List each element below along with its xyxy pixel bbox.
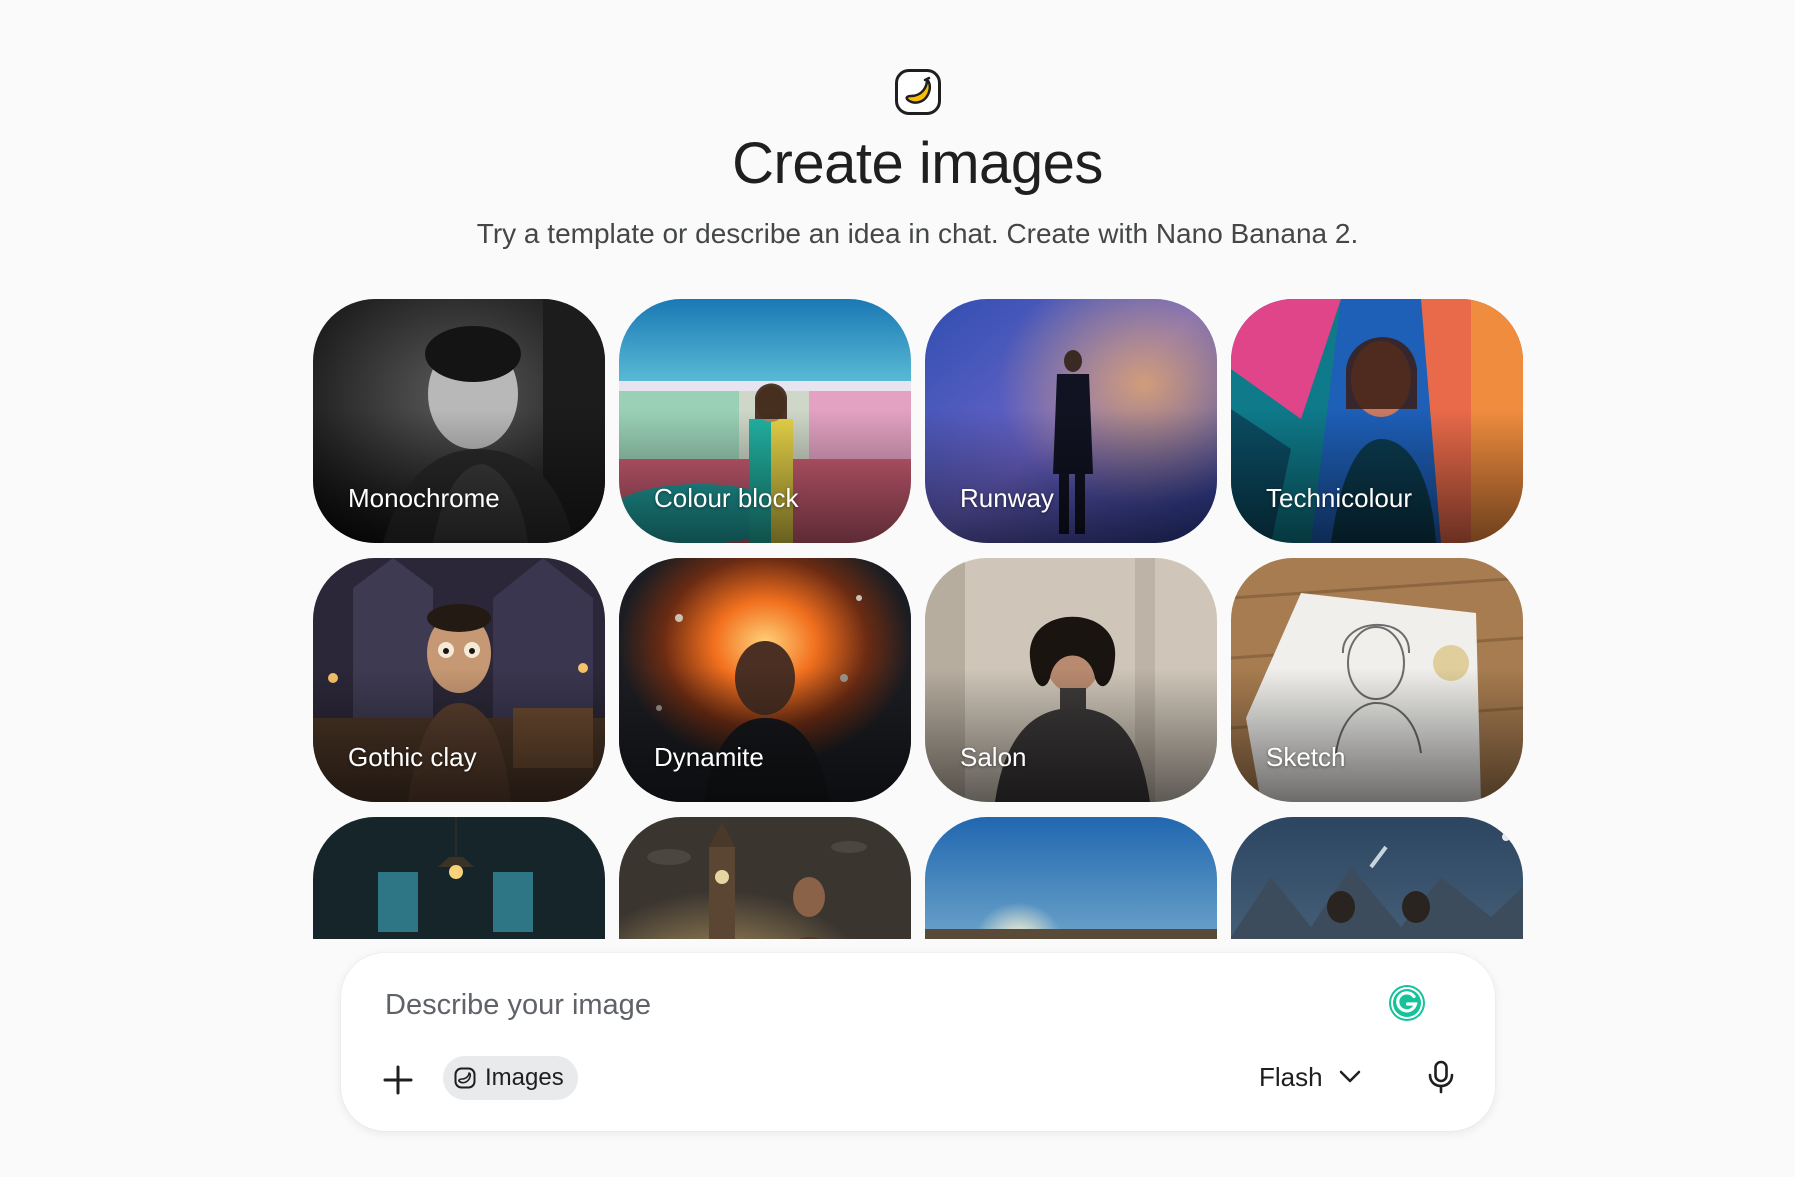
card-gradient: [1231, 667, 1523, 802]
images-chip-label: Images: [485, 1064, 564, 1091]
template-card-colour-block[interactable]: Colour block: [619, 299, 911, 543]
template-label: Dynamite: [654, 742, 764, 772]
microphone-button[interactable]: [1417, 1053, 1465, 1101]
chevron-down-icon: [1339, 1070, 1360, 1083]
template-card-sunset[interactable]: [925, 817, 1217, 939]
template-card-noir-room[interactable]: [313, 817, 605, 939]
template-card-sketch[interactable]: Sketch: [1231, 558, 1523, 802]
add-attachment-button[interactable]: [375, 1057, 421, 1103]
template-card-gothic-clay[interactable]: Gothic clay: [313, 558, 605, 802]
card-gradient: [925, 667, 1217, 802]
page-subtitle: Try a template or describe an idea in ch…: [476, 218, 1359, 249]
model-selector[interactable]: Flash: [1259, 1053, 1361, 1101]
template-card-dynamite[interactable]: Dynamite: [619, 558, 911, 802]
model-label: Flash: [1259, 1061, 1323, 1092]
dark-room-thumbnail: [313, 817, 605, 939]
template-label: Colour block: [654, 483, 799, 513]
card-gradient: [1231, 408, 1523, 543]
prompt-composer: Images Flash: [341, 953, 1495, 1131]
template-label: Monochrome: [348, 483, 500, 513]
banana-icon: [895, 69, 941, 115]
page-title: Create images: [732, 131, 1103, 196]
template-label: Sketch: [1266, 742, 1346, 772]
template-card-technicolour[interactable]: Technicolour: [1231, 299, 1523, 543]
card-gradient: [313, 667, 605, 802]
template-card-fantasy[interactable]: [1231, 817, 1523, 939]
template-card-runway[interactable]: Runway: [925, 299, 1217, 543]
template-card-salon[interactable]: Salon: [925, 558, 1217, 802]
prompt-input[interactable]: [383, 979, 1287, 1031]
template-card-monochrome[interactable]: Monochrome: [313, 299, 605, 543]
images-icon: [453, 1066, 477, 1090]
grammarly-icon[interactable]: [1387, 983, 1427, 1023]
template-gallery: Monochrome Colour block Runway Technicol…: [313, 299, 1525, 939]
card-gradient: [925, 408, 1217, 543]
card-gradient: [313, 408, 605, 543]
card-gradient: [619, 408, 911, 543]
fantasy-battle-thumbnail: [1231, 817, 1523, 939]
sunset-thumbnail: [925, 817, 1217, 939]
template-label: Gothic clay: [348, 742, 477, 772]
template-card-steampunk[interactable]: [619, 817, 911, 939]
card-gradient: [619, 667, 911, 802]
template-label: Runway: [960, 483, 1054, 513]
template-label: Technicolour: [1266, 483, 1412, 513]
images-tool-chip[interactable]: Images: [443, 1056, 578, 1100]
steampunk-thumbnail: [619, 817, 911, 939]
plus-icon: [383, 1065, 413, 1095]
microphone-icon: [1428, 1060, 1454, 1094]
template-label: Salon: [960, 742, 1027, 772]
